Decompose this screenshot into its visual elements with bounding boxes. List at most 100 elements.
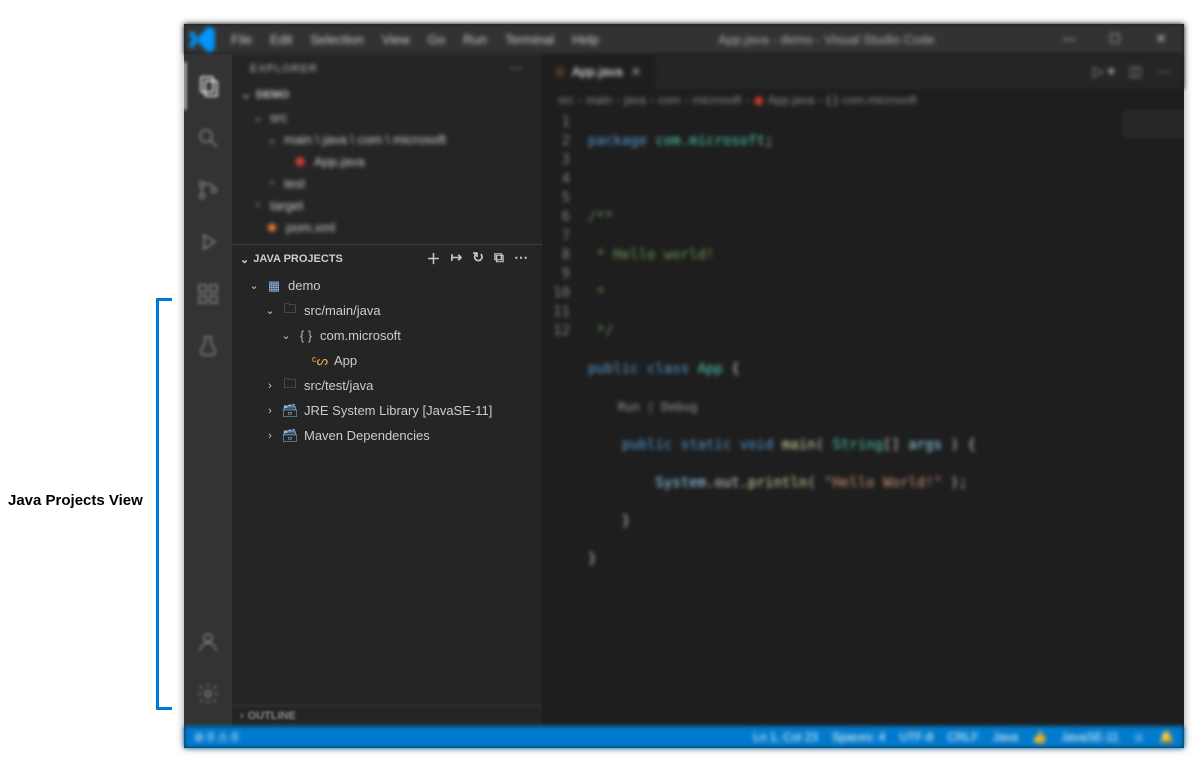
- run-button-icon[interactable]: ▷ ▾: [1093, 63, 1115, 80]
- more-editor-actions-icon[interactable]: ⋯: [1156, 63, 1170, 80]
- breadcrumb[interactable]: src› main› java› com› microsoft› ◉ App.j…: [542, 89, 1184, 111]
- status-feedback-icon[interactable]: ☺: [1133, 730, 1145, 744]
- jp-maven-deps[interactable]: › 🗃 Maven Dependencies: [232, 423, 542, 448]
- menu-run[interactable]: Run: [455, 26, 495, 53]
- crumb[interactable]: src: [558, 93, 574, 107]
- minimize-button[interactable]: —: [1046, 25, 1092, 53]
- explorer-path[interactable]: ⌄ main \ java \ com \ microsoft: [232, 128, 542, 150]
- explorer-more-icon[interactable]: ⋯: [509, 60, 524, 77]
- vscode-window: File Edit Selection View Go Run Terminal…: [184, 24, 1184, 748]
- explorer-folder-demo[interactable]: ⌄ DEMO: [232, 83, 542, 106]
- xml-file-icon: ◆: [264, 219, 280, 235]
- jp-src-test-java[interactable]: › 🗀 src/test/java: [232, 373, 542, 398]
- status-bell-icon[interactable]: 🔔: [1159, 730, 1174, 744]
- tab-appjava[interactable]: App.java ✕: [542, 56, 656, 88]
- jp-class-app[interactable]: ᶜᔕ App: [232, 348, 542, 373]
- chevron-right-icon: ›: [266, 177, 278, 189]
- source-folder-icon: 🗀: [282, 375, 298, 397]
- crumb[interactable]: App.java: [768, 93, 815, 107]
- activity-scm-icon[interactable]: [184, 166, 232, 214]
- jp-project-demo[interactable]: ⌄ ▦ demo: [232, 273, 542, 298]
- maximize-button[interactable]: ☐: [1092, 25, 1138, 53]
- chevron-down-icon: ⌄: [252, 111, 264, 124]
- menu-go[interactable]: Go: [420, 26, 453, 53]
- jp-src-main-java[interactable]: ⌄ 🗀 src/main/java: [232, 298, 542, 323]
- vscode-logo-icon: [184, 22, 219, 57]
- outline-section[interactable]: › OUTLINE: [232, 705, 542, 726]
- menu-edit[interactable]: Edit: [262, 26, 300, 53]
- line-numbers: 1 2 3 4 5 6 7 8 9 10 11 12: [542, 113, 588, 726]
- chevron-right-icon: ›: [252, 199, 264, 211]
- java-projects-header[interactable]: ⌄ JAVA PROJECTS ＋ ↦ ↻ ⧉ ⋯: [232, 244, 542, 273]
- status-eol[interactable]: CRLF: [947, 730, 978, 744]
- class-label: App: [334, 353, 357, 368]
- close-button[interactable]: ✕: [1138, 25, 1184, 53]
- status-jdk[interactable]: JavaSE-11: [1061, 730, 1119, 744]
- folder-label: src/test/java: [304, 378, 373, 393]
- new-project-button[interactable]: ＋: [427, 249, 441, 269]
- anno-java-projects-view: Java Projects View: [8, 492, 143, 509]
- explorer-appjava[interactable]: ◉ App.java: [232, 150, 542, 172]
- menu-view[interactable]: View: [374, 26, 418, 53]
- explorer-root-label: DEMO: [256, 89, 289, 101]
- code-editor[interactable]: 1 2 3 4 5 6 7 8 9 10 11 12 package com.m…: [542, 111, 1184, 726]
- file-label: pom.xml: [286, 220, 335, 235]
- folder-label: main \ java \ com \ microsoft: [284, 132, 446, 147]
- code-content[interactable]: package com.microsoft; /** * Hello world…: [588, 113, 1184, 726]
- activity-explorer-icon[interactable]: [184, 62, 232, 110]
- project-label: demo: [288, 278, 321, 293]
- status-line-col[interactable]: Ln 1, Col 23: [753, 730, 818, 744]
- minimap[interactable]: [1124, 111, 1184, 137]
- explorer-src[interactable]: ⌄ src: [232, 106, 542, 128]
- explorer-title: EXPLORER ⋯: [232, 54, 542, 83]
- ln: 5: [542, 189, 570, 208]
- jp-package[interactable]: ⌄ { } com.microsoft: [232, 323, 542, 348]
- activity-debug-icon[interactable]: [184, 218, 232, 266]
- main-menu: File Edit Selection View Go Run Terminal…: [219, 26, 607, 53]
- menu-selection[interactable]: Selection: [302, 26, 371, 53]
- explorer-test[interactable]: › test: [232, 172, 542, 194]
- refresh-button[interactable]: ↻: [472, 249, 484, 269]
- explorer-pom[interactable]: ◆ pom.xml: [232, 216, 542, 238]
- activity-account-icon[interactable]: [184, 618, 232, 666]
- window-title: App.java - demo - Visual Studio Code: [607, 32, 1046, 47]
- codelens-run-debug[interactable]: Run | Debug: [588, 400, 697, 414]
- status-thumbs-icon[interactable]: 👍: [1032, 730, 1047, 744]
- close-tab-icon[interactable]: ✕: [631, 64, 642, 80]
- crumb[interactable]: com: [658, 93, 681, 107]
- ln: 12: [542, 322, 570, 341]
- file-label: App.java: [314, 154, 365, 169]
- crumb[interactable]: microsoft: [693, 93, 742, 107]
- package-label: com.microsoft: [320, 328, 401, 343]
- window-controls: — ☐ ✕: [1046, 25, 1184, 53]
- folder-label: test: [284, 176, 305, 191]
- activity-extensions-icon[interactable]: [184, 270, 232, 318]
- split-editor-icon[interactable]: ◫: [1129, 63, 1142, 80]
- java-file-icon: [556, 68, 564, 76]
- more-actions-button[interactable]: ⋯: [514, 249, 528, 269]
- link-button[interactable]: ↦: [451, 249, 463, 269]
- crumb[interactable]: com.microsoft: [842, 93, 917, 107]
- package-icon: { }: [298, 328, 314, 343]
- project-icon: ▦: [266, 278, 282, 294]
- activity-settings-icon[interactable]: [184, 670, 232, 718]
- explorer-target[interactable]: › target: [232, 194, 542, 216]
- crumb[interactable]: main: [586, 93, 612, 107]
- java-file-icon: ◉: [292, 153, 308, 169]
- activity-testing-icon[interactable]: [184, 322, 232, 370]
- status-spaces[interactable]: Spaces: 4: [832, 730, 885, 744]
- menu-terminal[interactable]: Terminal: [497, 26, 562, 53]
- menu-file[interactable]: File: [223, 26, 260, 53]
- chevron-right-icon: ›: [240, 710, 244, 722]
- status-encoding[interactable]: UTF-8: [899, 730, 933, 744]
- status-language[interactable]: Java: [993, 730, 1018, 744]
- crumb[interactable]: java: [624, 93, 646, 107]
- menu-help[interactable]: Help: [564, 26, 607, 53]
- status-errors-icon[interactable]: ⊘ 0 ⚠ 0: [194, 730, 238, 744]
- folder-label: target: [270, 198, 303, 213]
- ln: 1: [542, 113, 570, 132]
- activity-search-icon[interactable]: [184, 114, 232, 162]
- chevron-down-icon: ⌄: [280, 329, 292, 342]
- collapse-all-button[interactable]: ⧉: [494, 249, 504, 269]
- jp-jre-library[interactable]: › 🗃 JRE System Library [JavaSE-11]: [232, 398, 542, 423]
